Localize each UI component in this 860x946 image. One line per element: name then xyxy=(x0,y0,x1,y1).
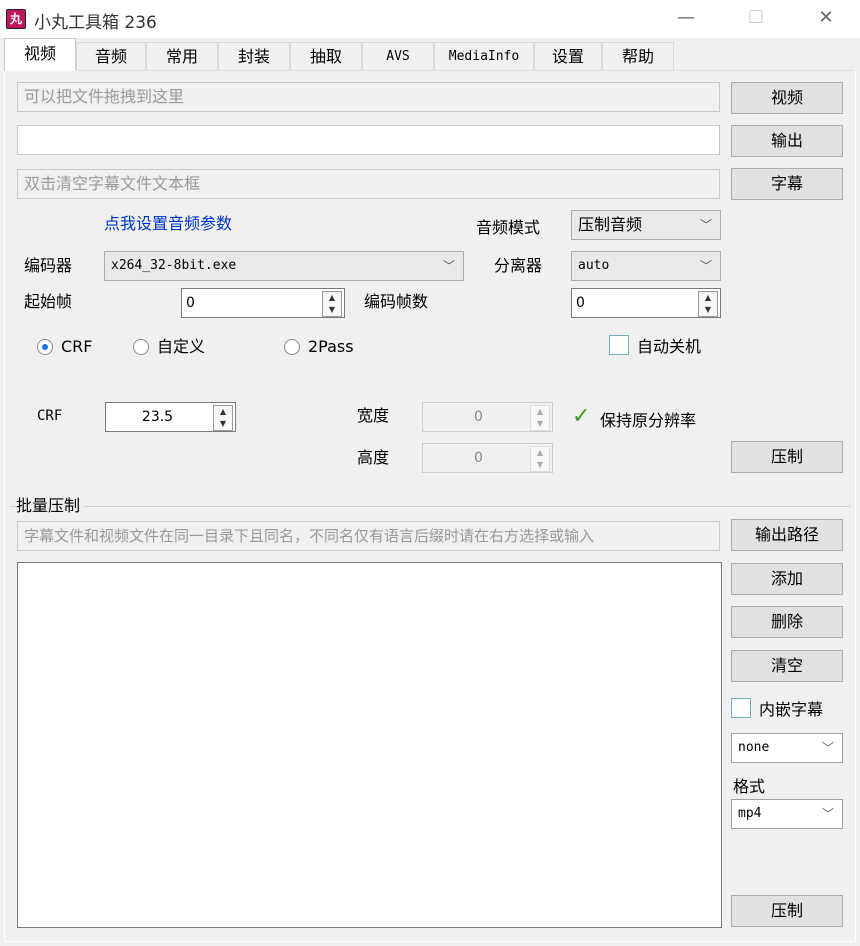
encoder-label: 编码器 xyxy=(24,256,73,275)
minimize-icon: — xyxy=(677,7,695,28)
encode-button[interactable]: 压制 xyxy=(731,441,843,473)
start-frame-label: 起始帧 xyxy=(24,292,73,311)
auto-shutdown-checkbox[interactable] xyxy=(609,335,629,355)
spinner-buttons[interactable]: ▲ ▼ xyxy=(322,291,342,317)
radio-crf[interactable] xyxy=(37,339,53,355)
start-frame-spinner[interactable]: 0 ▲ ▼ xyxy=(181,288,345,318)
batch-file-list[interactable] xyxy=(17,562,722,928)
batch-group-title: 批量压制 xyxy=(16,495,85,517)
format-select[interactable]: mp4 ﹀ xyxy=(731,799,843,829)
spinner-buttons: ▲ ▼ xyxy=(530,405,550,431)
format-value: mp4 xyxy=(738,806,762,821)
tab-help[interactable]: 帮助 xyxy=(602,42,674,70)
audio-settings-link[interactable]: 点我设置音频参数 xyxy=(104,213,232,235)
tab-avs[interactable]: AVS xyxy=(362,42,434,70)
encoder-select[interactable]: x264_32-8bit.exe ﹀ xyxy=(104,251,464,281)
chevron-down-icon: ﹀ xyxy=(442,259,455,273)
maximize-icon: ☐ xyxy=(747,7,765,28)
tab-settings[interactable]: 设置 xyxy=(534,42,602,70)
tab-mux[interactable]: 封装 xyxy=(218,42,290,70)
subtitle-field[interactable]: 双击清空字幕文件文本框 xyxy=(17,169,720,199)
radio-custom[interactable] xyxy=(133,339,149,355)
audio-mode-value: 压制音频 xyxy=(578,215,643,234)
radio-crf-label: CRF xyxy=(61,337,93,356)
tab-common[interactable]: 常用 xyxy=(146,42,218,70)
close-icon: ✕ xyxy=(818,7,834,28)
width-value: 0 xyxy=(474,409,483,425)
tab-audio[interactable]: 音频 xyxy=(76,42,146,70)
output-button[interactable]: 输出 xyxy=(731,125,843,157)
crf-label: CRF xyxy=(37,408,63,424)
chevron-down-icon: ﹀ xyxy=(699,259,712,273)
output-field[interactable] xyxy=(17,125,720,155)
output-path-button[interactable]: 输出路径 xyxy=(731,519,843,551)
spin-up-icon: ▲ xyxy=(536,448,544,457)
video-input-field[interactable]: 可以把文件拖拽到这里 xyxy=(17,82,720,112)
format-label: 格式 xyxy=(733,777,766,796)
add-button[interactable]: 添加 xyxy=(731,563,843,595)
spin-up-icon: ▲ xyxy=(219,407,227,416)
width-label: 宽度 xyxy=(357,406,390,425)
start-frame-value: 0 xyxy=(186,295,195,311)
splitter-select[interactable]: auto ﹀ xyxy=(571,251,721,281)
delete-button[interactable]: 删除 xyxy=(731,606,843,638)
spin-up-icon: ▲ xyxy=(704,293,712,302)
encode-frames-label: 编码帧数 xyxy=(364,292,429,311)
crf-value: 23.5 xyxy=(141,409,174,425)
tab-extract[interactable]: 抽取 xyxy=(290,42,362,70)
batch-encode-button[interactable]: 压制 xyxy=(731,895,843,927)
subtitle-lang-select[interactable]: none ﹀ xyxy=(731,733,843,763)
audio-mode-select[interactable]: 压制音频 ﹀ xyxy=(571,210,721,240)
spinner-buttons[interactable]: ▲ ▼ xyxy=(698,291,718,317)
chevron-down-icon: ﹀ xyxy=(821,807,834,821)
spinner-buttons[interactable]: ▲ ▼ xyxy=(213,405,233,431)
height-label: 高度 xyxy=(357,448,390,467)
spin-up-icon: ▲ xyxy=(328,293,336,302)
radio-custom-label: 自定义 xyxy=(157,337,206,356)
auto-shutdown-label: 自动关机 xyxy=(637,337,702,356)
spin-down-icon: ▼ xyxy=(536,460,544,469)
radio-2pass-label: 2Pass xyxy=(308,337,354,356)
spin-down-icon: ▼ xyxy=(536,419,544,428)
encoder-value: x264_32-8bit.exe xyxy=(111,258,237,273)
close-button[interactable]: ✕ xyxy=(796,0,856,38)
embed-subtitle-label: 内嵌字幕 xyxy=(759,700,824,719)
window-title: 小丸工具箱 236 xyxy=(34,13,157,33)
batch-group-border xyxy=(10,506,850,507)
title-bar: 丸 小丸工具箱 236 — ☐ ✕ xyxy=(0,0,860,38)
embed-subtitle-checkbox[interactable] xyxy=(731,698,751,718)
keep-resolution-label: 保持原分辨率 xyxy=(600,411,697,430)
tab-mediainfo[interactable]: MediaInfo xyxy=(434,42,534,70)
chevron-down-icon: ﹀ xyxy=(821,741,834,755)
subtitle-button[interactable]: 字幕 xyxy=(731,168,843,200)
chevron-down-icon: ﹀ xyxy=(699,218,712,232)
spin-down-icon: ▼ xyxy=(219,419,227,428)
tab-video[interactable]: 视频 xyxy=(4,38,76,71)
spin-down-icon: ▼ xyxy=(704,305,712,314)
height-spinner: 0 ▲ ▼ xyxy=(422,443,553,473)
clear-button[interactable]: 清空 xyxy=(731,650,843,682)
radio-2pass[interactable] xyxy=(284,339,300,355)
encode-frames-spinner[interactable]: 0 ▲ ▼ xyxy=(571,288,721,318)
splitter-label: 分离器 xyxy=(494,256,543,275)
batch-hint-field[interactable]: 字幕文件和视频文件在同一目录下且同名，不同名仅有语言后缀时请在右方选择或输入 xyxy=(17,521,720,551)
crf-spinner[interactable]: 23.5 ▲ ▼ xyxy=(105,402,236,432)
minimize-button[interactable]: — xyxy=(656,0,716,38)
spin-up-icon: ▲ xyxy=(536,407,544,416)
video-button[interactable]: 视频 xyxy=(731,82,843,114)
spinner-buttons: ▲ ▼ xyxy=(530,446,550,472)
spin-down-icon: ▼ xyxy=(328,305,336,314)
subtitle-lang-value: none xyxy=(738,740,770,755)
encode-frames-value: 0 xyxy=(576,295,585,311)
keep-resolution-checkbox[interactable]: ✓ xyxy=(572,406,590,428)
splitter-value: auto xyxy=(578,258,610,273)
maximize-button: ☐ xyxy=(726,0,786,38)
app-icon: 丸 xyxy=(6,9,26,29)
audio-mode-label: 音频模式 xyxy=(476,218,541,237)
height-value: 0 xyxy=(474,450,483,466)
width-spinner: 0 ▲ ▼ xyxy=(422,402,553,432)
